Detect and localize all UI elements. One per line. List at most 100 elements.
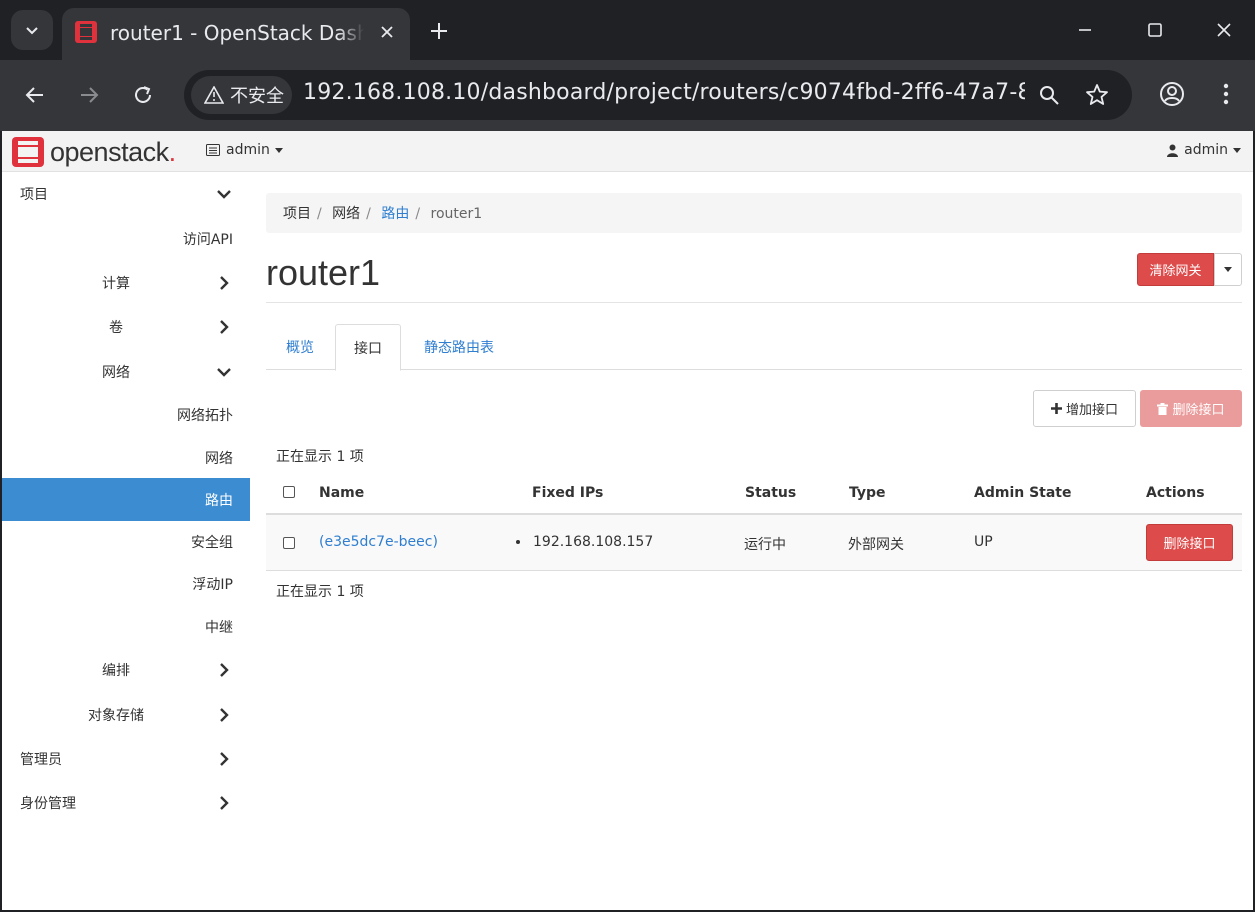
column-header-admin-state[interactable]: Admin State	[974, 485, 1072, 501]
sidebar-item-object-store[interactable]: 对象存储	[2, 693, 250, 735]
delete-interface-button[interactable]: 删除接口	[1146, 524, 1233, 561]
profile-button[interactable]	[1155, 77, 1189, 111]
divider	[266, 302, 1242, 303]
sidebar-item-label: 安全组	[191, 535, 233, 551]
page-content: openstack. admin admin 项目 访问API 计算 卷 网络 …	[2, 131, 1253, 910]
sidebar: 项目 访问API 计算 卷 网络 网络拓扑 网络 路由 安全组 浮动IP 中继 …	[2, 172, 250, 910]
sidebar-item-project[interactable]: 项目	[2, 172, 250, 214]
minimize-icon	[1079, 29, 1091, 31]
more-actions-dropdown-toggle[interactable]	[1214, 253, 1242, 286]
tab-static-routes[interactable]: 静态路由表	[403, 324, 515, 370]
interface-name-link[interactable]: (e3e5dc7e-beec)	[319, 534, 438, 550]
sidebar-item-label: 访问API	[182, 232, 233, 248]
column-header-actions: Actions	[1146, 485, 1205, 501]
new-tab-button[interactable]	[422, 14, 456, 48]
openstack-navbar: openstack. admin admin	[2, 131, 1253, 172]
column-header-status[interactable]: Status	[745, 485, 796, 501]
table-row: (e3e5dc7e-beec) 192.168.108.157 运行中 外部网关…	[266, 515, 1242, 571]
delete-interfaces-label: 删除接口	[1172, 403, 1225, 418]
close-icon	[381, 26, 393, 38]
project-label: admin	[226, 142, 270, 158]
sidebar-item-label: 网络拓扑	[177, 408, 233, 424]
user-dropdown[interactable]: admin	[1167, 142, 1241, 158]
browser-menu-button[interactable]	[1209, 77, 1243, 111]
close-icon	[1217, 23, 1231, 37]
plus-icon	[1050, 403, 1062, 414]
chevron-right-icon	[220, 320, 229, 334]
sidebar-item-compute[interactable]: 计算	[2, 261, 250, 303]
sidebar-item-label: 卷	[109, 320, 123, 336]
zoom-button[interactable]	[1035, 81, 1063, 109]
chevron-down-icon	[217, 368, 231, 377]
column-header-type[interactable]: Type	[849, 485, 886, 501]
window-close-button[interactable]	[1199, 8, 1249, 52]
minimize-button[interactable]	[1060, 8, 1110, 52]
sidebar-item-network[interactable]: 网络	[2, 350, 250, 392]
sidebar-item-networks[interactable]: 网络	[2, 436, 250, 478]
sidebar-item-identity[interactable]: 身份管理	[2, 781, 250, 823]
reload-button[interactable]	[124, 76, 162, 114]
sidebar-item-trunks[interactable]: 中继	[2, 605, 250, 647]
forward-button[interactable]	[70, 76, 108, 114]
sidebar-item-label: 网络	[102, 365, 130, 381]
sidebar-item-volumes[interactable]: 卷	[2, 305, 250, 347]
tab-close-button[interactable]	[374, 19, 400, 45]
sidebar-item-routers[interactable]: 路由	[2, 478, 250, 521]
logo-wordmark: openstack.	[50, 136, 176, 167]
tab-overview[interactable]: 概览	[266, 324, 334, 370]
sidebar-item-admin[interactable]: 管理员	[2, 737, 250, 779]
sidebar-item-security-groups[interactable]: 安全组	[2, 520, 250, 562]
column-header-name[interactable]: Name	[319, 485, 364, 501]
add-interface-label: 增加接口	[1065, 403, 1118, 418]
bookmark-button[interactable]	[1083, 81, 1111, 109]
fixed-ip-cell: 192.168.108.157	[516, 534, 653, 550]
security-chip[interactable]: 不安全	[191, 76, 292, 114]
sidebar-item-api-access[interactable]: 访问API	[2, 217, 250, 259]
sidebar-item-label: 编排	[102, 663, 130, 679]
sidebar-item-orchestration[interactable]: 编排	[2, 648, 250, 690]
search-icon	[1040, 86, 1059, 105]
detail-tabs: 概览 接口 静态路由表	[266, 324, 1242, 371]
project-dropdown[interactable]: admin	[206, 142, 283, 158]
items-count-bottom: 正在显示 1 项	[276, 584, 364, 600]
delete-interfaces-button[interactable]: 删除接口	[1140, 390, 1242, 427]
maximize-button[interactable]	[1130, 8, 1180, 52]
select-all-checkbox[interactable]	[283, 486, 295, 498]
type-cell: 外部网关	[848, 537, 904, 553]
arrow-left-icon	[25, 87, 43, 103]
add-interface-button[interactable]: 增加接口	[1033, 390, 1136, 427]
row-checkbox[interactable]	[283, 537, 295, 549]
openstack-logo[interactable]: openstack.	[12, 136, 182, 168]
chevron-right-icon	[220, 276, 229, 290]
tab-interfaces[interactable]: 接口	[335, 324, 401, 371]
address-bar[interactable]: 不安全 192.168.108.10/dashboard/project/rou…	[184, 70, 1132, 120]
bullet-icon	[516, 540, 520, 544]
sidebar-item-label: 身份管理	[20, 796, 76, 812]
sidebar-item-label: 网络	[205, 451, 233, 467]
list-icon	[206, 144, 220, 156]
chevron-right-icon	[220, 796, 229, 810]
column-header-fixed-ips[interactable]: Fixed IPs	[532, 485, 603, 501]
url-text[interactable]: 192.168.108.10/dashboard/project/routers…	[303, 80, 1025, 105]
back-button[interactable]	[16, 76, 54, 114]
account-icon	[1160, 82, 1184, 106]
trash-icon	[1157, 402, 1169, 415]
sidebar-item-network-topology[interactable]: 网络拓扑	[2, 393, 250, 435]
clear-gateway-button[interactable]: 清除网关	[1137, 253, 1214, 286]
user-icon	[1167, 144, 1179, 157]
tab-search-button[interactable]	[11, 10, 53, 50]
sidebar-item-label: 路由	[205, 493, 233, 509]
caret-down-icon	[1224, 267, 1232, 272]
sidebar-item-label: 中继	[205, 620, 233, 636]
tab-title: router1 - OpenStack Dashboard	[110, 21, 364, 45]
breadcrumb-item: 网络	[332, 206, 361, 222]
sidebar-item-floating-ips[interactable]: 浮动IP	[2, 562, 250, 604]
openstack-logo-icon	[12, 137, 44, 167]
breadcrumb-current: router1	[430, 206, 483, 222]
sidebar-item-label: 管理员	[20, 752, 62, 768]
sidebar-item-label: 计算	[102, 276, 130, 292]
breadcrumb-link-routers[interactable]: 路由	[381, 206, 409, 222]
browser-tab-active[interactable]: router1 - OpenStack Dashboard	[62, 8, 410, 60]
page-title: router1	[266, 252, 381, 293]
more-vertical-icon	[1223, 83, 1229, 105]
